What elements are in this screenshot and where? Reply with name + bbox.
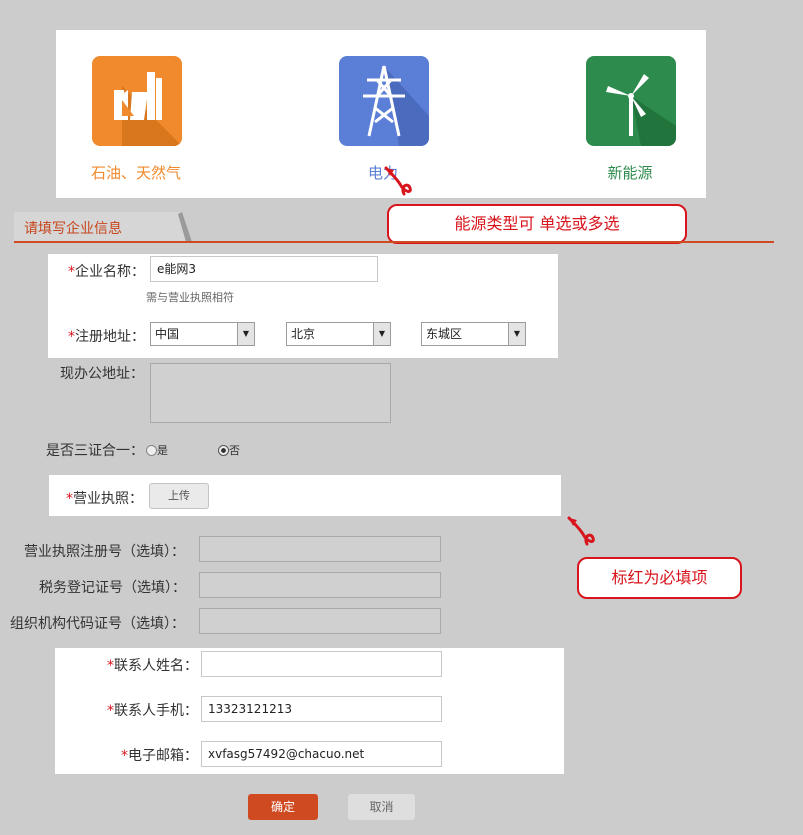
upload-license-button[interactable]: 上传 <box>149 483 209 509</box>
pointer-arrow-icon <box>567 516 595 546</box>
company-name-hint: 需与营业执照相符 <box>146 291 234 304</box>
tax-no-label: 税务登记证号（选填）： <box>39 580 186 596</box>
radio-checked-icon[interactable] <box>218 444 229 456</box>
energy-type-oil-gas-tile[interactable] <box>92 56 182 146</box>
district-select[interactable]: 东城区 ▼ <box>421 322 526 346</box>
license-no-label: 营业执照注册号（选填）： <box>24 544 185 560</box>
three-in-one-no-option[interactable]: 否 <box>218 442 240 458</box>
cancel-button[interactable]: 取消 <box>348 794 415 820</box>
energy-type-callout: 能源类型可 单选或多选 <box>387 204 687 244</box>
three-in-one-label: 是否三证合一： <box>46 443 144 459</box>
email-label: *电子邮箱： <box>121 748 198 764</box>
chevron-down-icon: ▼ <box>373 323 390 345</box>
three-in-one-yes-option[interactable]: 是 <box>146 442 168 458</box>
wind-turbine-icon <box>606 74 676 146</box>
chevron-down-icon: ▼ <box>508 323 525 345</box>
office-address-textarea[interactable] <box>150 363 391 423</box>
company-name-label: *企业名称： <box>68 264 145 280</box>
tax-no-input[interactable] <box>199 572 441 598</box>
contact-phone-label: *联系人手机： <box>107 703 198 719</box>
email-input[interactable]: xvfasg57492@chacuo.net <box>201 741 442 767</box>
country-select[interactable]: 中国 ▼ <box>150 322 255 346</box>
energy-type-panel: 石油、天然气 电力 新能源 <box>56 30 706 198</box>
org-code-input[interactable] <box>199 608 441 634</box>
contact-phone-input[interactable]: 13323121213 <box>201 696 442 722</box>
energy-type-oil-gas-label[interactable]: 石油、天然气 <box>56 162 216 183</box>
reg-address-label: *注册地址： <box>68 329 145 345</box>
license-no-input[interactable] <box>199 536 441 562</box>
required-callout: 标红为必填项 <box>577 557 742 599</box>
license-label: *营业执照： <box>66 491 143 507</box>
pointer-arrow-icon <box>384 166 412 196</box>
office-address-label: 现办公地址： <box>60 366 144 382</box>
energy-type-new-energy-label[interactable]: 新能源 <box>550 162 710 183</box>
radio-unchecked-icon[interactable] <box>146 444 157 456</box>
org-code-label: 组织机构代码证号（选填）： <box>10 616 185 632</box>
power-tower-icon <box>363 65 429 146</box>
contact-name-input[interactable] <box>201 651 442 677</box>
energy-type-power-tile[interactable] <box>339 56 429 146</box>
section-title: 请填写企业信息 <box>24 221 122 237</box>
company-name-input[interactable]: e能网3 <box>150 256 378 282</box>
section-divider <box>14 241 774 243</box>
confirm-button[interactable]: 确定 <box>248 794 318 820</box>
energy-type-new-energy-tile[interactable] <box>586 56 676 146</box>
factory-icon <box>114 72 182 146</box>
contact-name-label: *联系人姓名： <box>107 658 198 674</box>
chevron-down-icon: ▼ <box>237 323 254 345</box>
province-select[interactable]: 北京 ▼ <box>286 322 391 346</box>
